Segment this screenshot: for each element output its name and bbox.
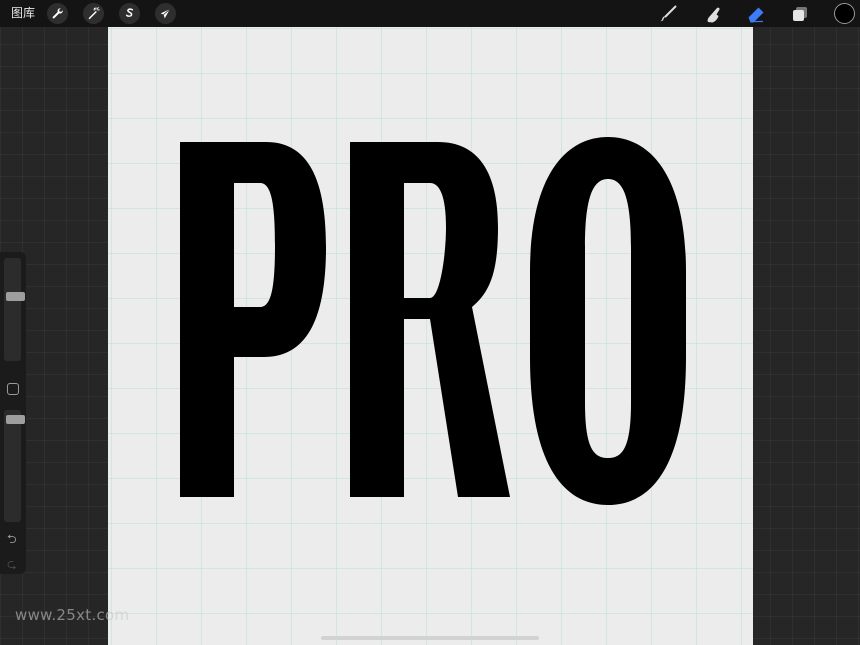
gallery-button[interactable]: 图库 xyxy=(11,6,35,21)
smudge-finger-icon[interactable] xyxy=(701,3,723,25)
home-indicator xyxy=(321,636,539,640)
brush-icon[interactable] xyxy=(657,3,679,25)
watermark: www.25xt.com xyxy=(15,606,130,624)
magic-wand-icon[interactable] xyxy=(83,3,104,24)
brush-size-thumb[interactable] xyxy=(6,292,25,301)
arrow-cursor-icon[interactable] xyxy=(155,3,176,24)
left-sidebar: ⮌ ⮎ xyxy=(0,252,26,574)
opacity-thumb[interactable] xyxy=(6,415,25,424)
drawing-canvas[interactable] xyxy=(108,27,753,645)
undo-arrow-icon[interactable]: ⮌ xyxy=(7,533,17,545)
brush-size-slider[interactable] xyxy=(4,258,25,361)
color-swatch[interactable] xyxy=(834,3,855,24)
wrench-icon[interactable] xyxy=(47,3,68,24)
selection-s-icon[interactable] xyxy=(119,3,140,24)
modify-button[interactable] xyxy=(7,383,19,395)
opacity-slider[interactable] xyxy=(4,410,25,522)
layers-icon[interactable] xyxy=(789,3,811,25)
redo-arrow-icon[interactable]: ⮎ xyxy=(7,558,17,570)
canvas-svg xyxy=(108,27,753,645)
eraser-icon[interactable] xyxy=(745,3,767,25)
top-toolbar: 图库 xyxy=(0,0,860,27)
